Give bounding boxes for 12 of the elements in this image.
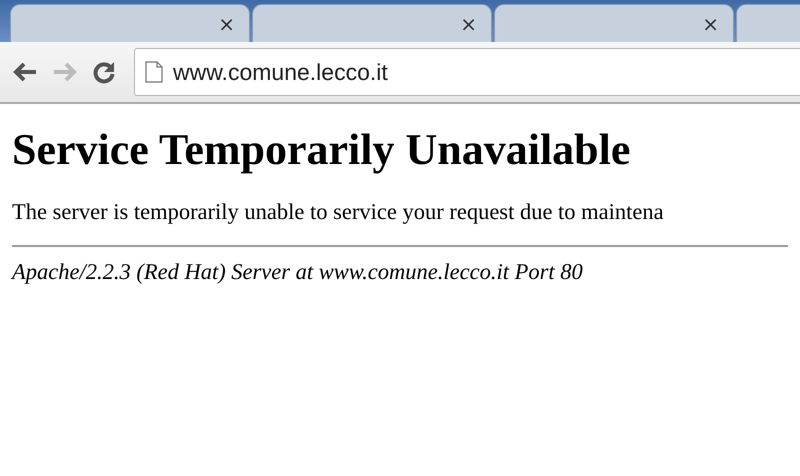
- address-bar[interactable]: www.comune.lecco.it: [134, 48, 800, 96]
- error-message: The server is temporarily unable to service your request due to maintena: [12, 199, 665, 225]
- url-text: www.comune.lecco.it: [173, 58, 388, 86]
- close-icon[interactable]: ×: [218, 12, 235, 36]
- close-icon[interactable]: ×: [702, 12, 719, 36]
- browser-tab[interactable]: ×: [252, 4, 492, 42]
- browser-tab[interactable]: ×: [10, 4, 250, 42]
- browser-tab[interactable]: ×: [494, 4, 734, 42]
- close-icon[interactable]: ×: [460, 12, 477, 36]
- page-heading: Service Temporarily Unavailable: [12, 124, 632, 175]
- server-signature: Apache/2.2.3 (Red Hat) Server at www.comune.lecco.it Port 80: [12, 259, 584, 285]
- page-icon: [145, 61, 163, 83]
